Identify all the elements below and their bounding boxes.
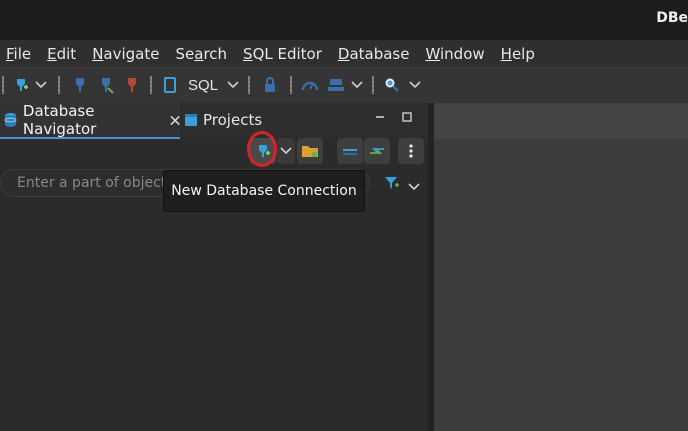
minimize-button[interactable] (374, 111, 386, 126)
filter-settings-button[interactable] (384, 176, 400, 195)
disconnect-button[interactable] (96, 74, 116, 96)
transaction-dropdown[interactable] (350, 74, 364, 96)
editor-area (434, 103, 688, 431)
disconnect-icon (102, 78, 114, 94)
collapse-all-button[interactable] (337, 138, 363, 164)
link-icon (370, 148, 384, 154)
search-icon (385, 78, 399, 92)
sql-editor-icon (164, 77, 176, 93)
maximize-button[interactable] (401, 111, 413, 126)
menu-window[interactable]: Window (425, 45, 484, 63)
menu-edit[interactable]: Edit (47, 45, 76, 63)
new-connection-icon (259, 145, 270, 157)
performance-button[interactable] (300, 74, 320, 96)
new-folder-button[interactable] (297, 138, 323, 164)
panel-tabs: Database Navigator Projects (0, 102, 428, 139)
transaction-log-button[interactable] (326, 74, 346, 96)
folder-icon (302, 146, 318, 157)
menu-sql-editor[interactable]: SQL Editor (243, 45, 322, 63)
rollback-icon (128, 78, 136, 92)
chevron-down-icon (408, 183, 420, 191)
editor-tab-strip (434, 103, 688, 139)
gauge-icon (301, 81, 319, 91)
tab-projects-label: Projects (203, 111, 263, 129)
connect-icon (76, 78, 84, 92)
search-button[interactable] (382, 74, 402, 96)
filter-dropdown[interactable] (408, 178, 420, 196)
lock-icon (265, 77, 275, 92)
chevron-down-icon (351, 81, 363, 89)
chevron-down-icon (409, 81, 421, 89)
database-navigator-icon (4, 113, 17, 127)
search-dropdown[interactable] (408, 74, 422, 96)
lock-button[interactable] (260, 74, 280, 96)
menu-navigate[interactable]: Navigate (92, 45, 159, 63)
view-menu-button[interactable] (398, 138, 424, 164)
connect-button[interactable] (70, 74, 90, 96)
toolbar-separator (58, 76, 60, 94)
tab-projects[interactable]: Projects (184, 103, 284, 137)
menu-bar: File Edit Navigate Search SQL Editor Dat… (0, 40, 688, 67)
new-connection-dropdown[interactable] (34, 74, 48, 96)
tab-database-navigator-label: Database Navigator (22, 102, 97, 138)
toolbar-separator (290, 76, 292, 94)
new-connection-menu-button[interactable] (277, 138, 295, 164)
chevron-down-icon (227, 81, 239, 89)
invalidate-button[interactable] (122, 74, 142, 96)
menu-database[interactable]: Database (338, 45, 410, 63)
menu-search[interactable]: Search (175, 45, 227, 63)
chevron-down-icon (280, 147, 292, 155)
chevron-down-icon (35, 81, 47, 89)
tab-database-navigator[interactable]: Database Navigator (0, 102, 180, 139)
more-icon (409, 144, 413, 158)
sql-button[interactable]: SQL (186, 74, 220, 96)
maximize-icon (402, 112, 412, 122)
menu-help[interactable]: Help (501, 45, 535, 63)
title-bar: DBe (0, 0, 688, 40)
toolbar-separator (248, 76, 250, 94)
projects-icon (185, 114, 197, 126)
main-toolbar: SQL (0, 67, 688, 104)
minimize-icon (376, 116, 384, 118)
sql-dropdown[interactable] (226, 74, 240, 96)
tooltip-text: New Database Connection (171, 183, 357, 199)
sql-editor-icon-button[interactable] (160, 74, 180, 96)
close-icon[interactable] (170, 115, 180, 126)
new-connection-icon (17, 79, 28, 91)
new-database-connection-button[interactable] (250, 138, 276, 164)
menu-file[interactable]: File (6, 45, 31, 63)
link-with-editor-button[interactable] (364, 138, 390, 164)
filter-icon (385, 177, 399, 189)
toolbar-separator (2, 76, 4, 94)
collapse-icon (343, 149, 357, 155)
transaction-log-icon (328, 79, 344, 91)
tooltip: New Database Connection (163, 170, 365, 212)
new-connection-button[interactable] (10, 74, 32, 96)
toolbar-separator (150, 76, 152, 94)
toolbar-separator (372, 76, 374, 94)
window-title: DBe (656, 10, 688, 26)
